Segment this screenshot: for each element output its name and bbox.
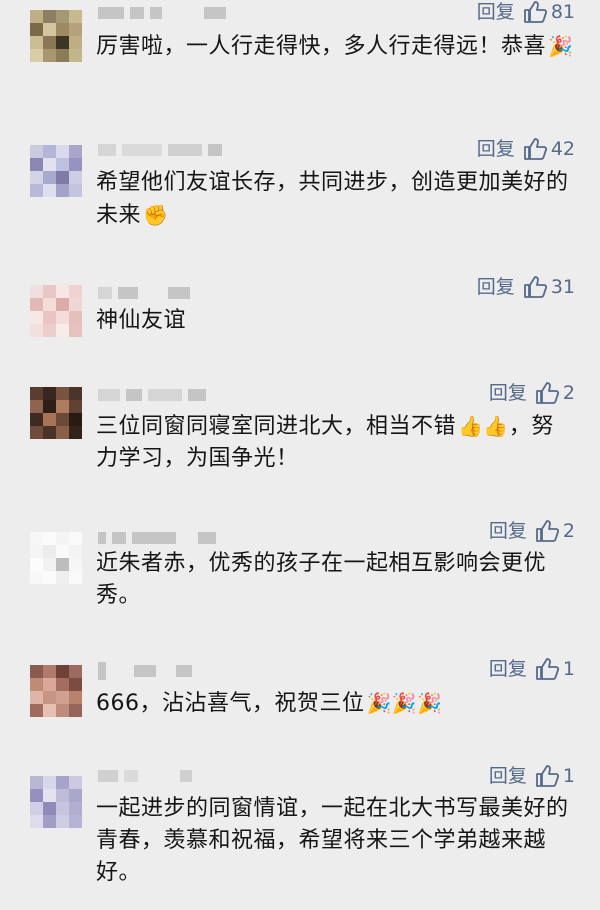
like-count: 1	[562, 658, 575, 680]
comment-body: 一起进步的同窗情谊，一起在北大书写最美好的青春，羡慕和祝福，希望将来三个学弟越来…	[96, 796, 569, 885]
comment-text: 666，沾沾喜气，祝贺三位 🎉🎉🎉	[96, 687, 576, 720]
like-button[interactable]: 81	[523, 0, 575, 24]
username-blurred	[98, 531, 216, 545]
avatar[interactable]	[30, 145, 82, 197]
avatar[interactable]	[30, 665, 82, 717]
comment-body: 厉害啦，一人行走得快，多人行走得远！恭喜	[96, 34, 547, 59]
thumbs-up-icon	[523, 1, 547, 23]
reply-button[interactable]: 回复	[477, 137, 515, 161]
comment-text: 厉害啦，一人行走得快，多人行走得远！恭喜 🎉	[96, 30, 576, 63]
like-button[interactable]: 1	[535, 764, 575, 788]
comment-body: 三位同窗同寝室同进北大，相当不错	[96, 414, 457, 439]
username-blurred	[98, 388, 206, 402]
party-popper-emoji: 🎉	[548, 34, 574, 58]
like-button[interactable]: 2	[535, 519, 575, 543]
thumbs-up-emoji: 👍👍	[458, 414, 509, 438]
avatar[interactable]	[30, 776, 82, 828]
comment-list: 回复 81 厉害啦，一人行走得快，多人行走得远！恭喜 🎉 回复 42 希望他们友…	[0, 0, 600, 910]
thumbs-up-icon	[536, 382, 559, 404]
like-button[interactable]: 1	[535, 657, 575, 681]
comment-text: 一起进步的同窗情谊，一起在北大书写最美好的青春，羡慕和祝福，希望将来三个学弟越来…	[96, 793, 576, 889]
username-blurred	[98, 286, 190, 300]
comment-text: 希望他们友谊长存，共同进步，创造更加美好的未来 ✊	[96, 167, 576, 232]
like-button[interactable]: 31	[523, 275, 575, 299]
reply-button[interactable]: 回复	[477, 275, 515, 299]
avatar[interactable]	[30, 10, 82, 62]
thumbs-up-icon	[523, 138, 547, 160]
like-button[interactable]: 2	[535, 381, 575, 405]
reply-button[interactable]: 回复	[489, 764, 527, 788]
like-count: 31	[550, 276, 575, 298]
reply-button[interactable]: 回复	[489, 519, 527, 543]
thumbs-up-icon	[523, 276, 547, 298]
username-blurred	[98, 6, 226, 20]
comment-text: 三位同窗同寝室同进北大，相当不错 👍👍，努力学习，为国争光！	[96, 410, 576, 475]
like-count: 2	[562, 520, 575, 542]
like-count: 42	[550, 138, 575, 160]
comment-text: 近朱者赤，优秀的孩子在一起相互影响会更优秀。	[96, 548, 576, 612]
thumbs-up-icon	[536, 765, 559, 787]
username-blurred	[98, 662, 192, 680]
comment-body: 近朱者赤，优秀的孩子在一起相互影响会更优秀。	[96, 551, 547, 608]
username-blurred	[98, 769, 192, 783]
reply-button[interactable]: 回复	[489, 657, 527, 681]
party-popper-emoji: 🎉🎉🎉	[366, 691, 443, 715]
comment-body: 666，沾沾喜气，祝贺三位	[96, 691, 365, 716]
avatar[interactable]	[30, 532, 82, 584]
username-blurred	[98, 143, 222, 157]
like-button[interactable]: 42	[523, 137, 575, 161]
like-count: 1	[562, 765, 575, 787]
comment-text: 神仙友谊	[96, 305, 576, 337]
thumbs-up-icon	[536, 520, 559, 542]
reply-button[interactable]: 回复	[477, 0, 515, 24]
comment-body: 神仙友谊	[96, 308, 187, 333]
avatar[interactable]	[30, 285, 82, 337]
reply-button[interactable]: 回复	[489, 381, 527, 405]
thumbs-up-icon	[536, 658, 559, 680]
raised-fist-emoji: ✊	[143, 203, 169, 227]
like-count: 2	[562, 382, 575, 404]
like-count: 81	[550, 1, 575, 23]
avatar[interactable]	[30, 387, 82, 439]
